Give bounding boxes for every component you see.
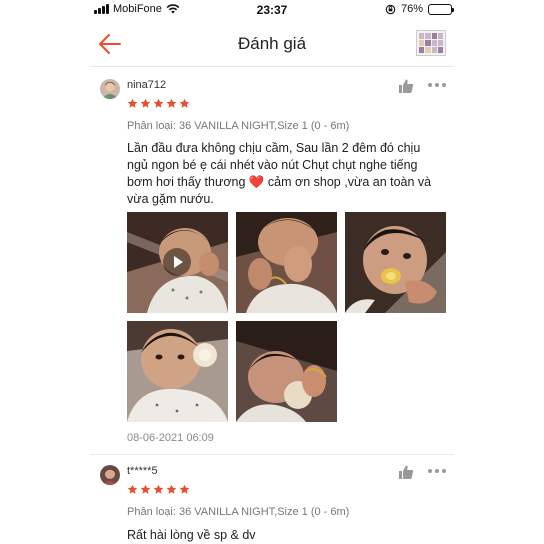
star-icon	[153, 98, 164, 108]
star-icon	[153, 484, 164, 494]
product-variant: Phân loại: 36 VANILLA NIGHT,Size 1 (0 - …	[127, 120, 350, 132]
review-photo[interactable]	[236, 212, 337, 313]
app-header: Đánh giá	[90, 24, 454, 64]
star-icon	[140, 484, 151, 494]
review-photo[interactable]	[345, 212, 446, 313]
status-right: 76%	[385, 3, 454, 15]
comment-line: bơm hơi thấy thương ❤️ cảm ơn shop ,vừa …	[127, 175, 432, 189]
battery-percent: 76%	[400, 3, 423, 15]
star-icon	[127, 484, 138, 494]
review-username: t*****5	[127, 465, 158, 477]
page-title: Đánh giá	[237, 34, 307, 53]
star-icon	[127, 98, 138, 108]
comment-line: Rất hài lòng về sp & dv	[127, 528, 256, 542]
review-username: nina712	[127, 79, 167, 91]
comment-line: Lần đầu đưa không chịu cầm, Sau lần 2 đê…	[127, 141, 421, 155]
review-date: 08-06-2021 06:09	[127, 432, 214, 444]
battery-icon	[428, 3, 454, 15]
review-photo[interactable]	[236, 321, 337, 422]
review-video[interactable]	[127, 212, 228, 313]
status-bar: MobiFone 23:37 76%	[0, 0, 544, 20]
status-time: 23:37	[256, 3, 288, 17]
review-comment: Lần đầu đưa không chịu cầm, Sau lần 2 đê…	[127, 140, 447, 208]
play-icon[interactable]	[163, 248, 191, 276]
review-comment: Rất hài lòng về sp & dv	[127, 527, 447, 544]
rating-stars	[127, 484, 190, 495]
rating-stars	[127, 98, 190, 109]
star-icon	[179, 98, 190, 108]
more-options-icon[interactable]	[428, 83, 446, 89]
more-options-icon[interactable]	[428, 469, 446, 475]
thumbs-up-icon[interactable]	[398, 464, 414, 480]
star-icon	[179, 484, 190, 494]
rotation-lock-icon	[385, 4, 396, 14]
review-photo[interactable]	[127, 321, 228, 422]
avatar[interactable]	[100, 79, 120, 99]
product-thumbnail[interactable]	[416, 30, 446, 56]
product-variant: Phân loại: 36 VANILLA NIGHT,Size 1 (0 - …	[127, 506, 350, 518]
star-icon	[140, 98, 151, 108]
comment-line: ngủ ngon bé ẹ cái nhét vào nút Chụt chụt…	[127, 158, 418, 172]
comment-line: vừa gặm nướu.	[127, 192, 214, 206]
thumbs-up-icon[interactable]	[398, 78, 414, 94]
star-icon	[166, 484, 177, 494]
avatar[interactable]	[100, 465, 120, 485]
review-card: nina712 Phân loại: 36 VANILLA NIGHT,Size…	[90, 66, 454, 454]
star-icon	[166, 98, 177, 108]
review-card: t*****5 Phân loại: 36 VANILLA NIGHT,Size…	[90, 454, 454, 544]
